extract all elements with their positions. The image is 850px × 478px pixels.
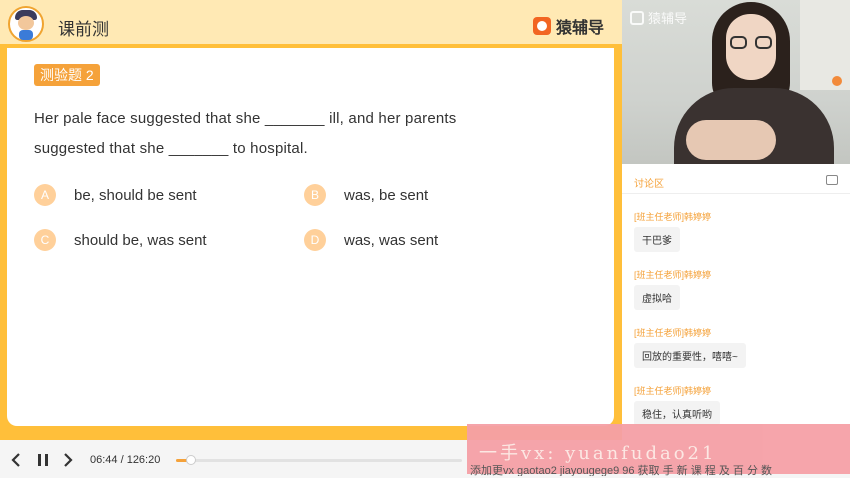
discussion-panel: 讨论区 [班主任老师]韩婷婷 干巴爹 [班主任老师]韩婷婷 虚拟哈 [班主任老师… <box>622 164 850 440</box>
discussion-header: 讨论区 <box>622 164 850 194</box>
option-d-circle: D <box>304 229 326 251</box>
app-root: 课前测 猿辅导 测验题 2 Her pale face suggested th… <box>0 0 850 478</box>
chevron-right-icon[interactable] <box>62 452 74 472</box>
message-sender: [班主任老师]韩婷婷 <box>634 328 712 338</box>
video-watermark-logo: 猿辅导 <box>630 8 687 27</box>
message-bubble: 虚拟哈 <box>634 285 680 310</box>
chat-message: [班主任老师]韩婷婷 回放的重要性，嘻嘻~ <box>634 326 746 368</box>
progress-knob[interactable] <box>186 455 197 465</box>
brand-name: 猿辅导 <box>555 20 604 37</box>
question-text: Her pale face suggested that she _______… <box>34 104 594 164</box>
message-bubble: 回放的重要性，嘻嘻~ <box>634 343 746 368</box>
teacher-video: 猿辅导 <box>622 0 850 164</box>
chat-settings-icon[interactable] <box>826 175 838 185</box>
message-bubble: 干巴爹 <box>634 227 680 252</box>
video-logo-text: 猿辅导 <box>648 11 688 26</box>
question-line-1: Her pale face suggested that she _______… <box>34 110 457 127</box>
option-a[interactable]: A be, should be sent <box>34 184 197 206</box>
chat-message: [班主任老师]韩婷婷 虚拟哈 <box>634 268 711 310</box>
option-b-text: was, be sent <box>344 186 429 204</box>
page-title: 课前测 <box>58 20 109 39</box>
chat-message: [班主任老师]韩婷婷 干巴爹 <box>634 210 711 252</box>
message-sender: [班主任老师]韩婷婷 <box>634 212 712 222</box>
mascot-avatar-icon <box>8 6 44 42</box>
option-d-text: was, was sent <box>344 231 439 249</box>
brand-logo-icon <box>532 17 551 35</box>
progress-track[interactable] <box>176 455 462 465</box>
option-b-circle: B <box>304 184 326 206</box>
message-sender: [班主任老师]韩婷婷 <box>634 386 712 396</box>
playback-time: 06:44 / 126:20 <box>90 454 161 466</box>
watermark-strip: 添加更vx gaotao2 jiayougege9 96 获取 手 新 课 程 … <box>470 465 772 476</box>
option-a-circle: A <box>34 184 56 206</box>
option-d[interactable]: D was, was sent <box>304 229 438 251</box>
quiz-frame: 课前测 猿辅导 测验题 2 Her pale face suggested th… <box>0 0 622 440</box>
pause-icon[interactable] <box>36 452 50 472</box>
question-badge: 测验题 2 <box>34 64 100 86</box>
message-bubble: 稳住，认真听哟 <box>634 401 720 426</box>
option-c-circle: C <box>34 229 56 251</box>
chat-message: [班主任老师]韩婷婷 稳住，认真听哟 <box>634 384 720 426</box>
option-c[interactable]: C should be, was sent <box>34 229 207 251</box>
option-c-text: should be, was sent <box>74 231 207 249</box>
chevron-left-icon[interactable] <box>10 452 22 472</box>
question-card: 测验题 2 Her pale face suggested that she _… <box>7 48 614 426</box>
message-sender: [班主任老师]韩婷婷 <box>634 270 712 280</box>
option-a-text: be, should be sent <box>74 186 197 204</box>
tab-discussion[interactable]: 讨论区 <box>634 175 664 190</box>
option-b[interactable]: B was, be sent <box>304 184 428 206</box>
video-logo-icon <box>630 10 644 25</box>
quiz-header: 课前测 猿辅导 <box>0 0 622 46</box>
brand-logo: 猿辅导 <box>532 14 604 38</box>
question-line-2: suggested that she _______ to hospital. <box>34 140 308 157</box>
